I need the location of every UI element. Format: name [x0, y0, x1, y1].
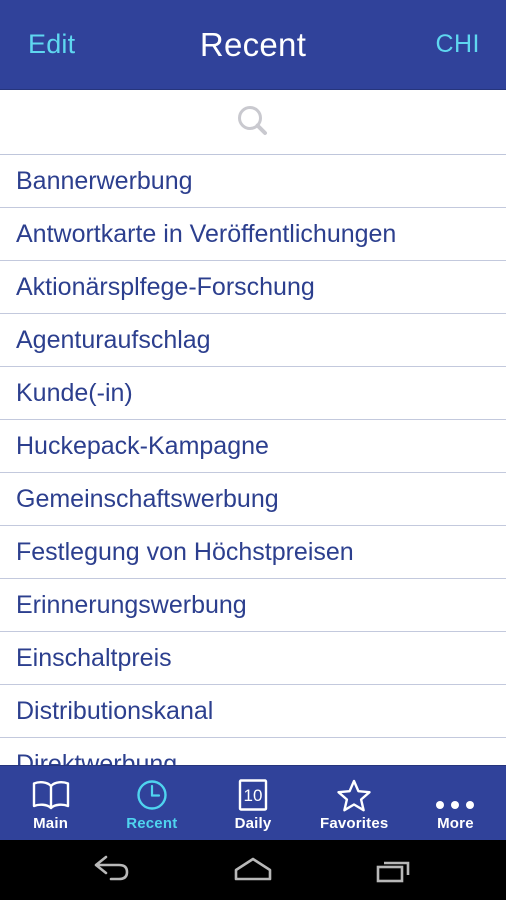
- list-item-label: Aktionärsplfege-Forschung: [16, 273, 315, 301]
- calendar-icon: 10: [238, 778, 268, 812]
- list-item[interactable]: Kunde(-in): [0, 367, 506, 420]
- star-icon: [335, 778, 373, 812]
- tab-main-label: Main: [33, 815, 69, 832]
- app-screen: Edit Recent CHI Bannerwerbung Antwortkar…: [0, 0, 506, 900]
- search-icon[interactable]: [223, 99, 283, 145]
- list-item[interactable]: Einschaltpreis: [0, 632, 506, 685]
- svg-text:10: 10: [244, 786, 263, 805]
- list-item[interactable]: Antwortkarte in Veröffentlichungen: [0, 208, 506, 261]
- list-item-label: Distributionskanal: [16, 697, 214, 725]
- list-item-label: Direktwerbung: [16, 750, 178, 765]
- list-item-label: Agenturaufschlag: [16, 326, 211, 354]
- list-item[interactable]: Bannerwerbung: [0, 155, 506, 208]
- recent-apps-icon[interactable]: [365, 847, 425, 893]
- list-item-label: Festlegung von Höchstpreisen: [16, 538, 354, 566]
- page-title: Recent: [199, 25, 307, 63]
- list-item-label: Kunde(-in): [16, 379, 133, 407]
- android-nav-bar: [0, 840, 506, 900]
- book-icon: [29, 778, 73, 812]
- bottom-tab-bar: Main Recent 10 Daily Favorites More: [0, 765, 506, 840]
- tab-favorites[interactable]: Favorites: [304, 766, 405, 840]
- list-item-label: Antwortkarte in Veröffentlichungen: [16, 220, 397, 248]
- list-item-label: Einschaltpreis: [16, 644, 172, 672]
- ellipsis-icon: [436, 778, 475, 812]
- recent-list[interactable]: Bannerwerbung Antwortkarte in Veröffentl…: [0, 155, 506, 765]
- clock-icon: [135, 778, 169, 812]
- list-item-label: Erinnerungswerbung: [16, 591, 247, 619]
- app-header: Edit Recent CHI: [0, 0, 506, 90]
- tab-daily-label: Daily: [234, 815, 272, 832]
- tab-recent[interactable]: Recent: [101, 766, 202, 840]
- tab-daily[interactable]: 10 Daily: [202, 766, 303, 840]
- tab-recent-label: Recent: [126, 815, 178, 832]
- list-item[interactable]: Huckepack-Kampagne: [0, 420, 506, 473]
- list-item[interactable]: Aktionärsplfege-Forschung: [0, 261, 506, 314]
- list-item[interactable]: Direktwerbung: [0, 738, 506, 765]
- tab-favorites-label: Favorites: [319, 815, 389, 832]
- list-item[interactable]: Agenturaufschlag: [0, 314, 506, 367]
- tab-more-label: More: [437, 815, 474, 832]
- list-item-label: Huckepack-Kampagne: [16, 432, 269, 460]
- list-item[interactable]: Gemeinschaftswerbung: [0, 473, 506, 526]
- tab-more[interactable]: More: [405, 766, 506, 840]
- tab-main[interactable]: Main: [0, 766, 101, 840]
- list-item[interactable]: Erinnerungswerbung: [0, 579, 506, 632]
- list-item-label: Bannerwerbung: [16, 167, 193, 195]
- home-icon[interactable]: [223, 847, 283, 893]
- search-bar[interactable]: [0, 90, 506, 155]
- edit-button[interactable]: Edit: [28, 29, 75, 60]
- language-button[interactable]: CHI: [435, 30, 480, 59]
- back-icon[interactable]: [81, 847, 141, 893]
- list-item-label: Gemeinschaftswerbung: [16, 485, 279, 513]
- list-item[interactable]: Distributionskanal: [0, 685, 506, 738]
- list-item[interactable]: Festlegung von Höchstpreisen: [0, 526, 506, 579]
